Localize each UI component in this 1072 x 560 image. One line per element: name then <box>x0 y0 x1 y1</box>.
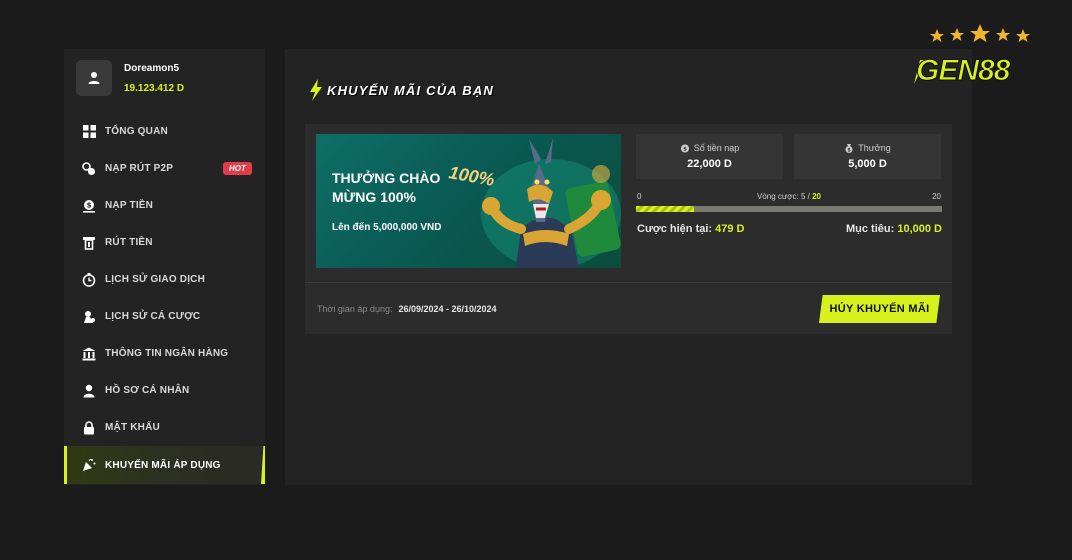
hot-badge: HOT <box>223 162 252 175</box>
deposit-icon: $ <box>82 199 96 213</box>
svg-text:$: $ <box>848 148 852 154</box>
sidebar-item-password[interactable]: MẬT KHẨU <box>64 409 265 446</box>
current-bet-label: Cược hiện tại: <box>637 223 713 235</box>
p2p-coins-icon <box>82 161 96 176</box>
goal-value: 10,000 D <box>897 223 942 235</box>
avatar[interactable] <box>76 60 112 96</box>
bonus-amount-box: $ Thưởng 5,000 D <box>794 134 941 179</box>
progress-fill <box>636 206 695 212</box>
sidebar-item-transaction-history[interactable]: LỊCH SỬ GIAO DỊCH <box>64 261 265 298</box>
sidebar-item-deposit[interactable]: $ NẠP TIỀN <box>64 187 265 224</box>
page-title: KHUYẾN MÃI CỦA BẠN <box>307 79 494 101</box>
sidebar-item-label: LỊCH SỬ CÁ CƯỢC <box>105 311 201 322</box>
sidebar-item-overview[interactable]: TỔNG QUAN <box>64 113 265 150</box>
progress-max-label: 20 <box>932 192 941 201</box>
sidebar-menu: TỔNG QUAN NẠP RÚT P2P HOT $ NẠP TIỀN RÚT… <box>64 113 265 484</box>
deposit-amount-value: 22,000 D <box>687 158 732 170</box>
account-balance: 19.123.412 D <box>124 82 185 94</box>
cancel-promotion-button[interactable]: HỦY KHUYẾN MÃI <box>819 295 940 323</box>
sidebar-item-withdraw[interactable]: RÚT TIỀN <box>64 224 265 261</box>
wagering-rounds-target: 20 <box>812 192 821 201</box>
deposit-amount-box: $ Số tiền nạp 22,000 D <box>636 134 783 179</box>
wagering-progress: 0 Vòng cược: 5 / 20 20 <box>636 192 942 212</box>
person-icon <box>82 384 96 398</box>
sidebar-item-p2p[interactable]: NẠP RÚT P2P HOT <box>64 150 265 187</box>
banner-title-line2: MỪNG 100% <box>332 189 416 205</box>
sidebar-item-label: RÚT TIỀN <box>105 237 153 248</box>
username: Doreamon5 <box>124 62 180 74</box>
sidebar: Doreamon5 19.123.412 D TỔNG QUAN NẠP RÚT… <box>64 49 265 485</box>
lock-icon <box>82 420 96 435</box>
sidebar-item-label: LỊCH SỬ GIAO DỊCH <box>105 274 206 285</box>
star-icon <box>930 24 1030 42</box>
page-title-text: KHUYẾN MÃI CỦA BẠN <box>327 82 495 98</box>
banner-subtitle: Lên đến 5,000,000 VND <box>332 222 442 233</box>
bonus-amount-value: 5,000 D <box>848 158 887 170</box>
sidebar-item-bank-info[interactable]: THÔNG TIN NGÂN HÀNG <box>64 335 265 372</box>
promotion-banner: THƯỞNG CHÀO MỪNG 100% Lên đến 5,000,000 … <box>316 134 621 268</box>
promotion-card: THƯỞNG CHÀO MỪNG 100% Lên đến 5,000,000 … <box>305 124 952 334</box>
bank-icon <box>82 347 96 361</box>
bonus-amount-label: Thưởng <box>858 143 891 153</box>
sidebar-item-promotions[interactable]: KHUYẾN MÃI ÁP DỤNG <box>64 446 265 484</box>
sidebar-item-bet-history[interactable]: LỊCH SỬ CÁ CƯỢC <box>64 298 265 335</box>
sidebar-item-label: NẠP RÚT P2P <box>105 163 174 174</box>
svg-text:$: $ <box>683 147 687 153</box>
grid-icon <box>82 125 96 139</box>
party-popper-icon <box>82 458 96 472</box>
banner-percent-badge: 100% <box>447 162 496 190</box>
anubis-character-illustration: 100% <box>447 138 621 268</box>
goal-label: Mục tiêu: <box>846 223 895 235</box>
deposit-amount-label: Số tiền nạp <box>693 143 740 153</box>
divider <box>305 282 952 283</box>
sidebar-item-profile[interactable]: HỒ SƠ CÁ NHÂN <box>64 372 265 409</box>
gen88-logo: GEN88 <box>914 24 1030 88</box>
main-panel: KHUYẾN MÃI CỦA BẠN THƯỞNG CHÀO MỪNG 100%… <box>285 49 972 485</box>
logo-text: GEN88 <box>916 54 1011 87</box>
user-card: Doreamon5 19.123.412 D <box>76 60 184 96</box>
sidebar-item-label: HỒ SƠ CÁ NHÂN <box>105 385 190 396</box>
period-value: 26/09/2024 - 26/10/2024 <box>398 304 497 314</box>
withdraw-icon <box>82 236 96 250</box>
current-bet-value: 479 D <box>715 223 745 235</box>
sidebar-item-label: THÔNG TIN NGÂN HÀNG <box>105 348 229 359</box>
bet-history-icon <box>82 310 96 324</box>
money-bag-icon: $ <box>845 144 853 154</box>
lightning-icon <box>310 79 322 101</box>
sidebar-item-label: MẬT KHẨU <box>105 422 160 433</box>
sidebar-item-label: TỔNG QUAN <box>105 126 168 137</box>
money-bag-icon: $ <box>680 144 689 153</box>
banner-title-line1: THƯỞNG CHÀO <box>332 170 441 186</box>
svg-text:$: $ <box>87 201 92 209</box>
wagering-rounds-label: Vòng cược: 5 / <box>757 192 810 201</box>
bet-summary-row: Cược hiện tại: 479 D Mục tiêu: 10,000 D <box>636 223 942 237</box>
user-icon <box>88 72 100 84</box>
progress-bar <box>636 206 942 212</box>
history-clock-icon <box>82 272 96 287</box>
sidebar-item-label: KHUYẾN MÃI ÁP DỤNG <box>105 459 221 471</box>
sidebar-item-label: NẠP TIỀN <box>105 200 154 211</box>
promotion-period: Thời gian áp dụng: 26/09/2024 - 26/10/202… <box>317 304 497 314</box>
period-label: Thời gian áp dụng: <box>317 304 393 314</box>
